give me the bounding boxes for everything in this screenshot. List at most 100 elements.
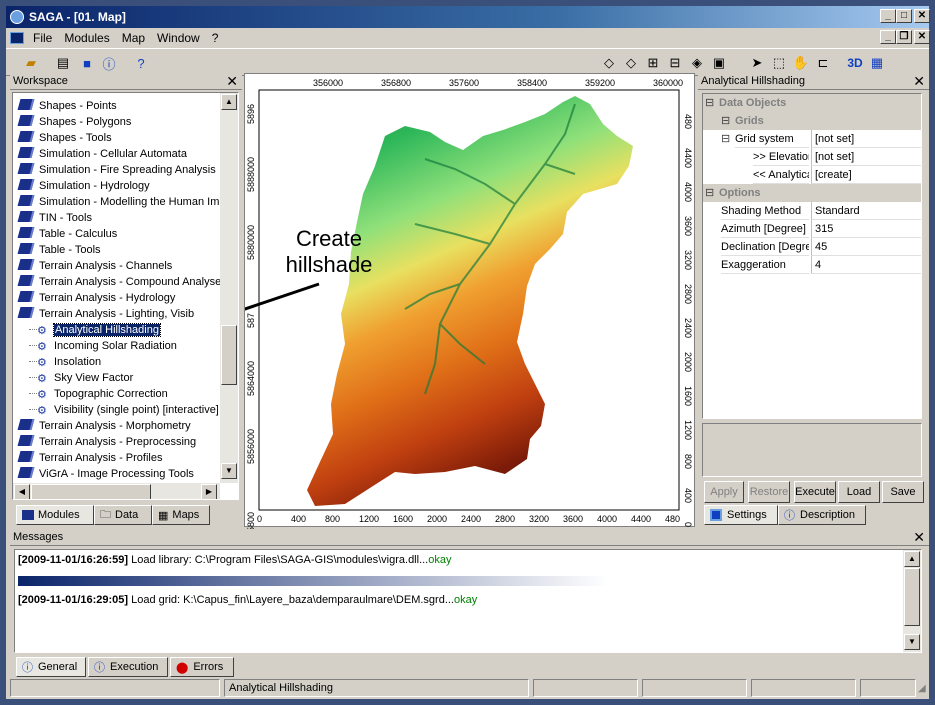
- info-icon[interactable]: ⓘ: [98, 52, 120, 74]
- tree-vscrollbar[interactable]: ▲ ▼: [220, 93, 238, 483]
- tree-library-item[interactable]: Terrain Analysis - Profiles: [17, 450, 163, 466]
- property-value[interactable]: [create]: [811, 166, 921, 184]
- tree-library-item[interactable]: Simulation - Fire Spreading Analysis: [17, 162, 216, 178]
- property-row[interactable]: Azimuth [Degree] 315: [703, 220, 921, 238]
- scroll-thumb[interactable]: [221, 325, 237, 385]
- collapse-toggle-icon[interactable]: ⊟: [721, 112, 730, 130]
- maximize-button[interactable]: □: [896, 9, 912, 23]
- messages-scroll-thumb[interactable]: [904, 568, 920, 626]
- tree-module-item[interactable]: ⚙ Incoming Solar Radiation: [29, 338, 177, 354]
- map-view[interactable]: Create hillshade 356000 356800 357600 35840…: [244, 73, 695, 532]
- map-canvas[interactable]: [245, 74, 694, 526]
- property-value[interactable]: Standard: [811, 202, 921, 220]
- tab-general[interactable]: ⓘ General: [16, 657, 86, 677]
- tree-module-item[interactable]: ⚙ Visibility (single point) [interactive]: [29, 402, 219, 418]
- collapse-toggle-icon[interactable]: ⊟: [721, 130, 730, 148]
- restore-button[interactable]: Restore: [748, 481, 790, 503]
- tree-library-item[interactable]: Terrain Analysis - Morphometry: [17, 418, 191, 434]
- tree-library-item[interactable]: Simulation - Cellular Automata: [17, 146, 187, 162]
- resize-grip-icon[interactable]: ◢: [918, 683, 926, 694]
- property-value[interactable]: 45: [811, 238, 921, 256]
- apply-button[interactable]: Apply: [704, 481, 744, 503]
- property-value[interactable]: 4: [811, 256, 921, 274]
- tree-library-item[interactable]: Terrain Analysis - Hydrology: [17, 290, 175, 306]
- child-minimize-button[interactable]: _: [880, 30, 896, 44]
- execute-button[interactable]: Execute: [794, 481, 836, 503]
- 3d-view-icon[interactable]: 3D: [844, 52, 866, 74]
- tree-module-item[interactable]: ⚙ Sky View Factor: [29, 370, 133, 386]
- scroll-right-icon[interactable]: ▶: [201, 484, 217, 499]
- zoom-active-icon[interactable]: ⊟: [664, 52, 686, 74]
- menu-map[interactable]: Map: [116, 31, 151, 45]
- tab-maps[interactable]: ▦ Maps: [152, 505, 210, 525]
- property-value[interactable]: 315: [811, 220, 921, 238]
- scroll-left-icon[interactable]: ◀: [14, 484, 30, 499]
- title-bar[interactable]: SAGA - [01. Map] _ □ ✕: [6, 6, 930, 28]
- messages-scroll-up-icon[interactable]: ▲: [904, 551, 920, 567]
- zoom-tool-icon[interactable]: ⬚: [768, 52, 790, 74]
- tree-library-item[interactable]: Simulation - Modelling the Human Impa: [17, 194, 232, 210]
- property-row[interactable]: >> Elevation [not set]: [703, 148, 921, 166]
- messages-close-icon[interactable]: ✕: [913, 529, 925, 545]
- open-folder-icon[interactable]: ▰: [20, 52, 42, 74]
- tree-library-item[interactable]: TIN - Tools: [17, 210, 92, 226]
- object-properties-icon[interactable]: ■: [76, 52, 98, 74]
- tree-library-item[interactable]: Table - Calculus: [17, 226, 117, 242]
- property-row[interactable]: ⊟ Grid system [not set]: [703, 130, 921, 148]
- tab-description[interactable]: ⓘ Description: [778, 505, 866, 525]
- collapse-toggle-icon[interactable]: ⊟: [705, 184, 714, 202]
- select-arrow-icon[interactable]: ➤: [746, 52, 768, 74]
- collapse-toggle-icon[interactable]: ⊟: [705, 94, 714, 112]
- load-button[interactable]: Load: [838, 481, 880, 503]
- menu-file[interactable]: File: [27, 31, 58, 45]
- child-restore-button[interactable]: ❐: [896, 30, 912, 44]
- tree-library-item[interactable]: Simulation - Hydrology: [17, 178, 150, 194]
- navigate-forward-icon[interactable]: ◇: [620, 52, 642, 74]
- measure-icon[interactable]: ⊏: [812, 52, 834, 74]
- tree-module-item[interactable]: ⚙ Analytical Hillshading: [29, 322, 161, 338]
- minimize-button[interactable]: _: [880, 9, 896, 23]
- zoom-selection-icon[interactable]: ◈: [686, 52, 708, 74]
- close-button[interactable]: ✕: [914, 9, 930, 23]
- tree-library-item[interactable]: Shapes - Points: [17, 98, 117, 114]
- tree-library-item[interactable]: Shapes - Tools: [17, 130, 112, 146]
- messages-vscrollbar[interactable]: ▲ ▼: [903, 550, 921, 652]
- property-value[interactable]: [not set]: [811, 148, 921, 166]
- property-row[interactable]: Exaggeration 4: [703, 256, 921, 274]
- menu-window[interactable]: Window: [151, 31, 206, 45]
- zoom-extent-icon[interactable]: ⊞: [642, 52, 664, 74]
- property-value[interactable]: [not set]: [811, 130, 921, 148]
- property-row[interactable]: Shading Method Standard: [703, 202, 921, 220]
- scroll-up-icon[interactable]: ▲: [221, 94, 237, 110]
- tree-hscrollbar[interactable]: ◀ ▶: [13, 483, 220, 499]
- property-row[interactable]: << Analytical[create]: [703, 166, 921, 184]
- menu-help[interactable]: ?: [206, 31, 225, 45]
- zoom-original-icon[interactable]: ▣: [708, 52, 730, 74]
- tree-library-item[interactable]: ViGrA - Image Processing Tools: [17, 466, 194, 482]
- help-icon[interactable]: ?: [130, 52, 152, 74]
- tree-library-item[interactable]: Terrain Analysis - Preprocessing: [17, 434, 196, 450]
- workspace-icon[interactable]: ▤: [52, 52, 74, 74]
- save-button[interactable]: Save: [882, 481, 924, 503]
- tab-errors[interactable]: ⬤ Errors: [170, 657, 234, 677]
- workspace-close-icon[interactable]: ✕: [226, 73, 238, 89]
- tab-modules[interactable]: Modules: [16, 505, 94, 525]
- hscroll-thumb[interactable]: [31, 484, 151, 499]
- layout-icon[interactable]: ▦: [866, 52, 888, 74]
- navigate-back-icon[interactable]: ◇: [598, 52, 620, 74]
- tree-library-item[interactable]: Terrain Analysis - Channels: [17, 258, 172, 274]
- tree-library-item[interactable]: Shapes - Polygons: [17, 114, 131, 130]
- tree-module-item[interactable]: ⚙ Topographic Correction: [29, 386, 168, 402]
- properties-close-icon[interactable]: ✕: [913, 73, 925, 89]
- property-row[interactable]: Declination [Degree]45: [703, 238, 921, 256]
- pan-hand-icon[interactable]: ✋: [790, 52, 812, 74]
- tree-library-item[interactable]: Terrain Analysis - Lighting, Visib: [17, 306, 194, 322]
- tree-library-item[interactable]: Table - Tools: [17, 242, 101, 258]
- tab-settings[interactable]: Settings: [704, 505, 778, 525]
- scroll-down-icon[interactable]: ▼: [221, 463, 237, 479]
- tree-library-item[interactable]: Terrain Analysis - Compound Analyses: [17, 274, 227, 290]
- tree-module-item[interactable]: ⚙ Insolation: [29, 354, 101, 370]
- menu-modules[interactable]: Modules: [58, 31, 115, 45]
- child-close-button[interactable]: ✕: [914, 30, 930, 44]
- messages-scroll-down-icon[interactable]: ▼: [904, 634, 920, 650]
